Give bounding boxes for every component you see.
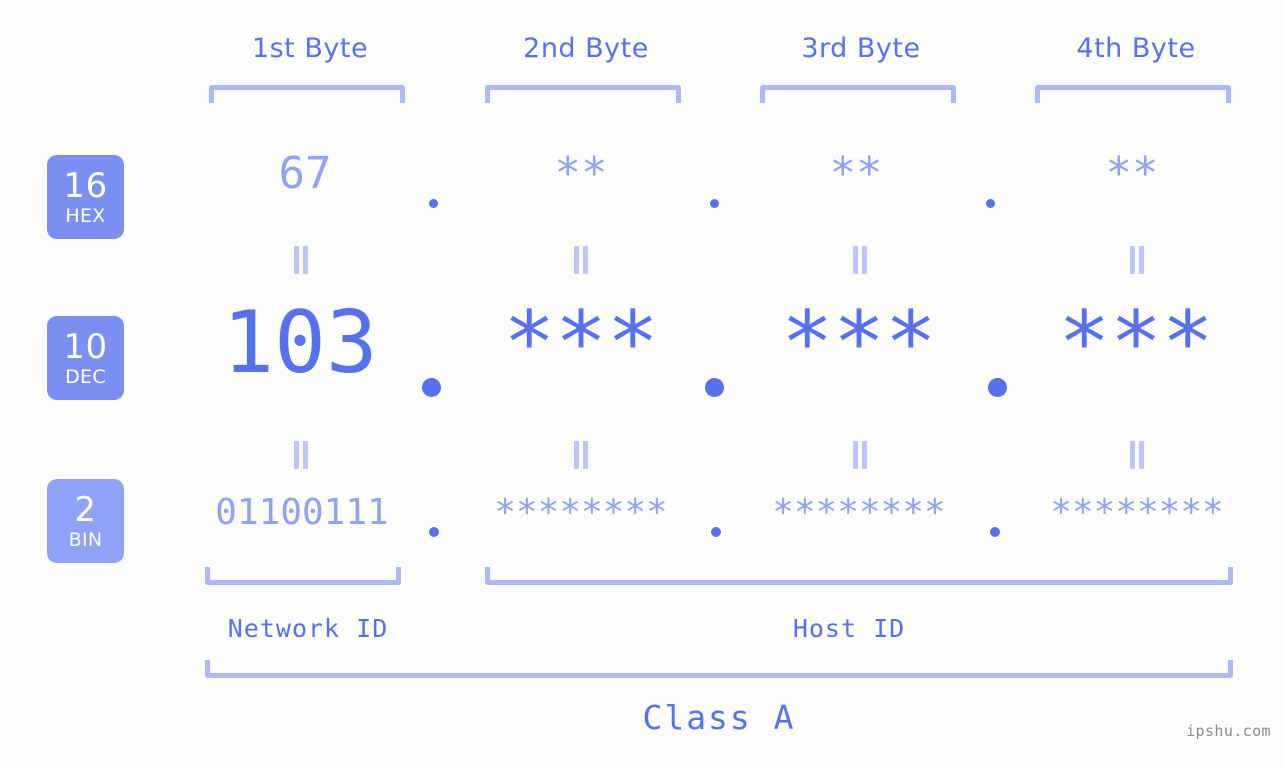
bin-separator-dot-2 (711, 527, 721, 537)
base-badge-bin-name: BIN (68, 528, 103, 551)
base-badge-bin-number: 2 (74, 489, 97, 530)
base-badge-hex: 16 HEX (47, 155, 124, 239)
byte-bracket-4 (1035, 85, 1231, 103)
base-badge-dec-number: 10 (63, 326, 108, 367)
dec-separator-dot-2 (705, 378, 724, 397)
base-badge-dec: 10 DEC (47, 316, 124, 400)
base-badge-bin: 2 BIN (47, 479, 124, 563)
hex-byte-3: ** (829, 148, 883, 199)
equals-separator-hex-dec-3 (851, 246, 868, 274)
host-id-bracket (485, 567, 1233, 585)
byte-header-4: 4th Byte (1076, 33, 1196, 64)
equals-separator-dec-bin-4 (1128, 441, 1145, 469)
hex-separator-dot-3 (986, 199, 995, 208)
base-badge-hex-name: HEX (65, 204, 106, 227)
base-badge-hex-number: 16 (63, 165, 108, 206)
host-id-label: Host ID (792, 614, 906, 643)
equals-separator-dec-bin-3 (851, 441, 868, 469)
equals-separator-hex-dec-1 (292, 246, 309, 274)
hex-separator-dot-2 (710, 199, 719, 208)
hex-byte-1: 67 (278, 148, 332, 199)
byte-bracket-2 (485, 85, 681, 103)
class-bracket (205, 660, 1233, 678)
bin-byte-1: 01100111 (215, 492, 389, 533)
equals-separator-hex-dec-4 (1128, 246, 1145, 274)
dec-separator-dot-3 (988, 378, 1007, 397)
ip-address-breakdown-diagram: 1st Byte 2nd Byte 3rd Byte 4th Byte 16 H… (0, 0, 1285, 767)
bin-byte-2: ******** (494, 492, 668, 533)
byte-header-1: 1st Byte (251, 33, 369, 64)
byte-bracket-3 (760, 85, 956, 103)
network-id-bracket (205, 567, 401, 585)
bin-separator-dot-1 (429, 527, 439, 537)
hex-byte-2: ** (554, 148, 608, 199)
byte-header-3: 3rd Byte (801, 33, 921, 64)
dec-byte-4: *** (1058, 293, 1214, 393)
bin-byte-3: ******** (772, 492, 946, 533)
site-watermark: ipshu.com (1186, 722, 1271, 740)
bin-separator-dot-3 (990, 527, 1000, 537)
equals-separator-dec-bin-2 (572, 441, 589, 469)
class-label: Class A (642, 698, 796, 737)
hex-separator-dot-1 (429, 199, 438, 208)
dec-separator-dot-1 (422, 378, 441, 397)
byte-bracket-1 (209, 85, 405, 103)
equals-separator-dec-bin-1 (292, 441, 309, 469)
dec-byte-2: *** (503, 293, 659, 393)
network-id-label: Network ID (227, 614, 389, 643)
base-badge-dec-name: DEC (65, 365, 106, 388)
byte-header-2: 2nd Byte (523, 33, 649, 64)
dec-byte-3: *** (781, 293, 937, 393)
equals-separator-hex-dec-2 (572, 246, 589, 274)
dec-byte-1: 103 (222, 293, 378, 393)
hex-byte-4: ** (1105, 148, 1159, 199)
bin-byte-4: ******** (1050, 492, 1224, 533)
